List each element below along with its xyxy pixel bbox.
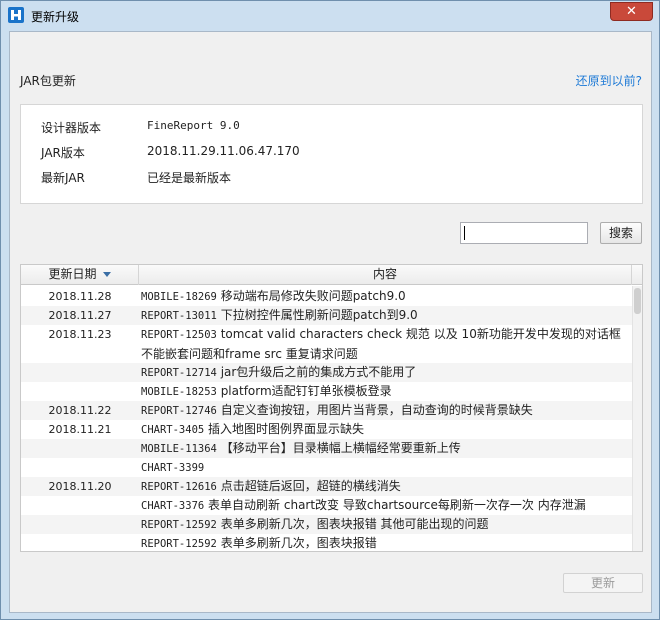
row-date: 2018.11.21 bbox=[48, 423, 112, 436]
row-content: REPORT-12592 表单多刷新几次，图表块报错 bbox=[141, 534, 632, 551]
row-content: REPORT-13011 下拉树控件属性刷新问题patch到9.0 bbox=[141, 306, 632, 326]
row-date: 2018.11.20 bbox=[48, 480, 112, 493]
issue-code: REPORT-12592 bbox=[141, 538, 217, 550]
table-header: 更新日期 内容 bbox=[21, 265, 642, 285]
row-date: 2018.11.27 bbox=[48, 309, 112, 322]
row-content: REPORT-12616 点击超链后返回，超链的横线消失 bbox=[141, 477, 632, 497]
table-row[interactable]: 2018.11.20 REPORT-12616 点击超链后返回，超链的横线消失 bbox=[21, 477, 632, 496]
table-row[interactable]: 2018.11.28 MOBILE-18269 移动端布局修改失败问题patch9… bbox=[21, 287, 632, 306]
info-key: 最新JAR bbox=[41, 171, 85, 185]
issue-code: REPORT-12616 bbox=[141, 481, 217, 493]
scrollbar-thumb[interactable] bbox=[634, 288, 641, 314]
table-row[interactable]: CHART-3399 bbox=[21, 458, 632, 477]
row-content: REPORT-12503 tomcat valid characters che… bbox=[141, 325, 632, 364]
issue-code: REPORT-12503 bbox=[141, 329, 217, 341]
close-button[interactable]: ✕ bbox=[610, 2, 653, 21]
table-row[interactable]: 2018.11.22 REPORT-12746 自定义查询按钮，用图片当背景，自动… bbox=[21, 401, 632, 420]
issue-code: REPORT-12592 bbox=[141, 519, 217, 531]
issue-code: CHART-3405 bbox=[141, 424, 205, 436]
changelog-table: 更新日期 内容 2018.11.28 MOBILE-18269 移动端布局修改失败… bbox=[20, 264, 643, 552]
row-date: 2018.11.22 bbox=[48, 404, 112, 417]
update-dialog-window: 更新升级 ✕ JAR包更新 还原到以前? 设计器版本 FineReport 9.… bbox=[0, 0, 660, 620]
issue-code: REPORT-12746 bbox=[141, 405, 217, 417]
table-row[interactable]: REPORT-12592 表单多刷新几次，图表块报错 其他可能出现的问题 bbox=[21, 515, 632, 534]
table-row[interactable]: REPORT-12592 表单多刷新几次，图表块报错 bbox=[21, 534, 632, 551]
row-content: MOBILE-18253 platform适配钉钉单张模板登录 bbox=[141, 382, 632, 402]
row-content: REPORT-12714 jar包升级后之前的集成方式不能用了 bbox=[141, 363, 632, 383]
table-row[interactable]: MOBILE-11364 【移动平台】目录横幅上横幅经常要重新上传 bbox=[21, 439, 632, 458]
version-info-panel: 设计器版本 FineReport 9.0 JAR版本 2018.11.29.11… bbox=[20, 104, 643, 204]
dialog-body: JAR包更新 还原到以前? 设计器版本 FineReport 9.0 JAR版本… bbox=[9, 31, 652, 613]
row-content: CHART-3399 bbox=[141, 458, 632, 478]
table-body: 2018.11.28 MOBILE-18269 移动端布局修改失败问题patch9… bbox=[21, 286, 632, 551]
info-key: 设计器版本 bbox=[41, 121, 102, 135]
issue-description: 表单多刷新几次，图表块报错 bbox=[220, 536, 377, 550]
issue-description: jar包升级后之前的集成方式不能用了 bbox=[220, 365, 417, 379]
finereport-logo-icon bbox=[8, 7, 24, 23]
vertical-scrollbar[interactable] bbox=[632, 286, 642, 551]
issue-code: CHART-3376 bbox=[141, 500, 205, 512]
row-date: 2018.11.23 bbox=[48, 328, 112, 341]
table-row[interactable]: REPORT-12714 jar包升级后之前的集成方式不能用了 bbox=[21, 363, 632, 382]
window-title: 更新升级 bbox=[31, 10, 80, 24]
search-input[interactable] bbox=[460, 222, 588, 244]
issue-description: 移动端布局修改失败问题patch9.0 bbox=[220, 289, 406, 303]
row-date: 2018.11.28 bbox=[48, 290, 112, 303]
column-header-date-label: 更新日期 bbox=[48, 267, 97, 281]
issue-description: 表单自动刷新 chart改变 导致chartsource每刷新一次存一次 内存泄… bbox=[208, 498, 586, 512]
issue-description: platform适配钉钉单张模板登录 bbox=[220, 384, 392, 398]
latest-jar-value: 已经是最新版本 bbox=[147, 171, 232, 185]
sort-descending-icon bbox=[102, 272, 111, 277]
column-header-content[interactable]: 内容 bbox=[139, 265, 632, 285]
row-content: MOBILE-18269 移动端布局修改失败问题patch9.0 bbox=[141, 287, 632, 307]
issue-description: 自定义查询按钮，用图片当背景，自动查询的时候背景缺失 bbox=[220, 403, 533, 417]
designer-version-value: FineReport 9.0 bbox=[147, 119, 240, 132]
row-content: REPORT-12592 表单多刷新几次，图表块报错 其他可能出现的问题 bbox=[141, 515, 632, 535]
info-key: JAR版本 bbox=[41, 146, 85, 160]
table-row[interactable]: MOBILE-18253 platform适配钉钉单张模板登录 bbox=[21, 382, 632, 401]
issue-description: 【移动平台】目录横幅上横幅经常要重新上传 bbox=[220, 441, 461, 455]
table-row[interactable]: 2018.11.27 REPORT-13011 下拉树控件属性刷新问题patch到… bbox=[21, 306, 632, 325]
row-content: CHART-3376 表单自动刷新 chart改变 导致chartsource每… bbox=[141, 496, 632, 516]
table-row[interactable]: 2018.11.23 REPORT-12503 tomcat valid char… bbox=[21, 325, 632, 363]
issue-code: REPORT-13011 bbox=[141, 310, 217, 322]
jar-update-label: JAR包更新 bbox=[20, 74, 76, 88]
row-content: REPORT-12746 自定义查询按钮，用图片当背景，自动查询的时候背景缺失 bbox=[141, 401, 632, 421]
issue-description: 插入地图时图例界面显示缺失 bbox=[208, 422, 365, 436]
issue-code: CHART-3399 bbox=[141, 462, 205, 474]
issue-description: 点击超链后返回，超链的横线消失 bbox=[220, 479, 401, 493]
row-content: CHART-3405 插入地图时图例界面显示缺失 bbox=[141, 420, 632, 440]
restore-previous-link[interactable]: 还原到以前? bbox=[576, 72, 642, 89]
issue-description: 表单多刷新几次，图表块报错 其他可能出现的问题 bbox=[220, 517, 489, 531]
text-cursor bbox=[464, 226, 465, 240]
issue-description: 下拉树控件属性刷新问题patch到9.0 bbox=[220, 308, 418, 322]
table-row[interactable]: CHART-3376 表单自动刷新 chart改变 导致chartsource每… bbox=[21, 496, 632, 515]
search-button[interactable]: 搜索 bbox=[600, 222, 642, 244]
update-button[interactable]: 更新 bbox=[563, 573, 643, 593]
issue-code: MOBILE-11364 bbox=[141, 443, 217, 455]
issue-code: MOBILE-18269 bbox=[141, 291, 217, 303]
column-header-date[interactable]: 更新日期 bbox=[21, 265, 139, 285]
row-content: MOBILE-11364 【移动平台】目录横幅上横幅经常要重新上传 bbox=[141, 439, 632, 459]
jar-version-value: 2018.11.29.11.06.47.170 bbox=[147, 144, 300, 158]
table-row[interactable]: 2018.11.21 CHART-3405 插入地图时图例界面显示缺失 bbox=[21, 420, 632, 439]
issue-code: REPORT-12714 bbox=[141, 367, 217, 379]
title-bar[interactable]: 更新升级 ✕ bbox=[1, 1, 659, 31]
issue-code: MOBILE-18253 bbox=[141, 386, 217, 398]
